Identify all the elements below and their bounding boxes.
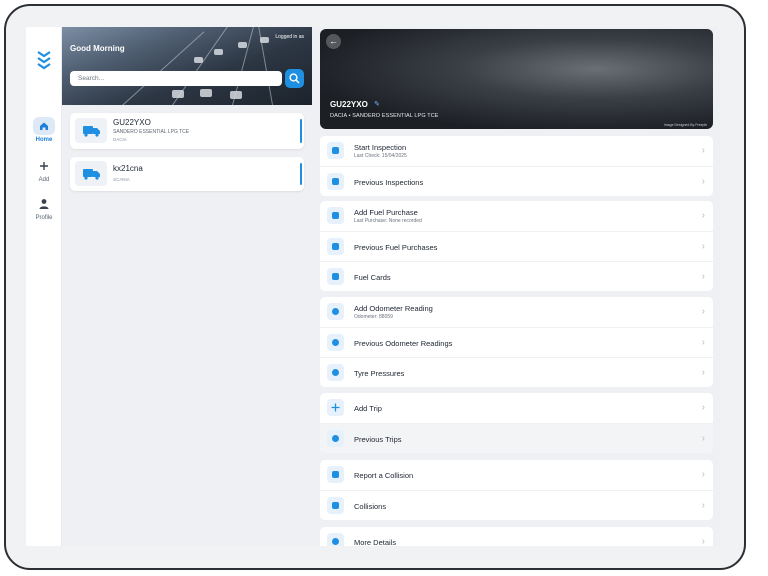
vehicle-reg: GU22YXO	[113, 118, 151, 127]
row-label: Previous Odometer Readings	[354, 339, 453, 348]
row-label: Report a Collision	[354, 471, 414, 480]
vehicle-banner-image: ← GU22YXO ✎ DACIA • SANDERO ESSENTIAL LP…	[320, 29, 713, 129]
previous-inspections-row[interactable]: Previous Inspections ›	[320, 166, 713, 196]
vehicle-title: GU22YXO	[330, 100, 368, 109]
nav-home[interactable]: Home	[28, 117, 60, 143]
clipboard-check-icon	[327, 173, 344, 190]
fuel-group: Add Fuel Purchase Last Purchase: None re…	[320, 201, 713, 291]
vehicle-make: SCANIA	[113, 177, 130, 182]
row-label: More Details	[354, 538, 397, 546]
vehicle-reg: kx21cna	[113, 164, 143, 173]
chevron-right-icon: ›	[701, 241, 705, 252]
app-logo-icon	[37, 51, 51, 70]
plus-icon	[327, 399, 344, 416]
vehicle-list-panel: Good Morning Logged in as Search... GU22…	[62, 27, 312, 546]
vehicle-subtitle: DACIA • SANDERO ESSENTIAL LPG TCE	[330, 113, 439, 119]
collisions-group: Report a Collision › Collisions ›	[320, 460, 713, 520]
vehicle-detail-panel: ← GU22YXO ✎ DACIA • SANDERO ESSENTIAL LP…	[312, 27, 720, 546]
add-odometer-reading-row[interactable]: Add Odometer Reading Odometer: 88059 ›	[320, 297, 713, 327]
more-details-row[interactable]: More Details ›	[320, 527, 713, 546]
collision-icon	[327, 497, 344, 514]
collisions-row[interactable]: Collisions ›	[320, 490, 713, 520]
app-screen: Home Add Profile Good Morning Logged in …	[26, 27, 720, 546]
row-label: Add Fuel Purchase	[354, 208, 418, 217]
row-label: Previous Trips	[354, 435, 402, 444]
search-input[interactable]: Search...	[70, 71, 282, 86]
row-label: Previous Fuel Purchases	[354, 243, 438, 252]
row-label: Add Odometer Reading	[354, 304, 433, 313]
home-icon	[33, 117, 55, 135]
chevron-right-icon: ›	[701, 367, 705, 378]
row-sub: Last Purchase: None recorded	[354, 218, 422, 224]
nav-profile[interactable]: Profile	[28, 195, 60, 221]
nav-home-label: Home	[35, 137, 53, 143]
plus-icon	[33, 157, 55, 175]
gauge-icon	[327, 364, 344, 381]
chevron-right-icon: ›	[701, 500, 705, 511]
start-inspection-row[interactable]: Start Inspection Last Check: 15/04/2025 …	[320, 136, 713, 166]
chevron-right-icon: ›	[701, 433, 705, 444]
route-icon	[327, 430, 344, 447]
vehicle-model: SANDERO ESSENTIAL LPG TCE	[113, 129, 190, 135]
row-label: Add Trip	[354, 404, 382, 413]
gauge-icon	[327, 303, 344, 320]
row-label: Start Inspection	[354, 143, 407, 152]
nav-rail: Home Add Profile	[26, 27, 62, 546]
search-button[interactable]	[285, 69, 304, 88]
collision-icon	[327, 466, 344, 483]
row-sub: Last Check: 15/04/2025	[354, 153, 407, 159]
logged-in-label: Logged in as	[275, 34, 304, 40]
credit-card-icon	[327, 268, 344, 285]
truck-icon	[75, 161, 107, 186]
row-label: Tyre Pressures	[354, 369, 405, 378]
search-icon	[289, 73, 300, 84]
nav-profile-label: Profile	[35, 215, 53, 221]
previous-fuel-purchases-row[interactable]: Previous Fuel Purchases ›	[320, 231, 713, 261]
vehicle-card-gu22yxo[interactable]: GU22YXO SANDERO ESSENTIAL LPG TCE DACIA	[70, 113, 304, 149]
person-icon	[33, 195, 55, 213]
more-group: More Details ›	[320, 527, 713, 546]
row-label: Collisions	[354, 502, 387, 511]
nav-add[interactable]: Add	[28, 157, 60, 183]
image-credit: Image Designed By Freepik	[663, 123, 707, 127]
fuel-pump-icon	[327, 238, 344, 255]
report-collision-row[interactable]: Report a Collision ›	[320, 460, 713, 490]
chevron-right-icon: ›	[701, 469, 705, 480]
row-label: Fuel Cards	[354, 273, 391, 282]
chevron-right-icon: ›	[701, 536, 705, 546]
fuel-cards-row[interactable]: Fuel Cards ›	[320, 261, 713, 291]
chevron-right-icon: ›	[701, 402, 705, 413]
add-fuel-purchase-row[interactable]: Add Fuel Purchase Last Purchase: None re…	[320, 201, 713, 231]
vehicle-card-kx21cna[interactable]: kx21cna SCANIA	[70, 157, 304, 191]
vehicle-make: DACIA	[113, 137, 127, 142]
row-label: Previous Inspections	[354, 178, 424, 187]
greeting-text: Good Morning	[70, 44, 125, 53]
chevron-right-icon: ›	[701, 271, 705, 282]
clipboard-icon	[327, 142, 344, 159]
chevron-right-icon: ›	[701, 210, 705, 221]
add-trip-row[interactable]: Add Trip ›	[320, 393, 713, 423]
selected-indicator	[300, 163, 302, 185]
row-sub: Odometer: 88059	[354, 314, 393, 320]
chevron-right-icon: ›	[701, 145, 705, 156]
selected-indicator	[300, 119, 302, 143]
truck-icon	[75, 118, 107, 143]
header-image: Good Morning Logged in as Search...	[62, 27, 312, 105]
previous-odometer-readings-row[interactable]: Previous Odometer Readings ›	[320, 327, 713, 357]
nav-add-label: Add	[38, 177, 50, 183]
trips-group: Add Trip › Previous Trips ›	[320, 393, 713, 453]
info-icon	[327, 533, 344, 546]
odometer-group: Add Odometer Reading Odometer: 88059 › P…	[320, 297, 713, 387]
arrow-left-icon: ←	[329, 36, 338, 46]
back-button[interactable]: ←	[326, 34, 341, 49]
chevron-right-icon: ›	[701, 306, 705, 317]
fuel-pump-icon	[327, 207, 344, 224]
edit-icon[interactable]: ✎	[374, 100, 380, 108]
chevron-right-icon: ›	[701, 337, 705, 348]
gauge-icon	[327, 334, 344, 351]
previous-trips-row[interactable]: Previous Trips ›	[320, 423, 713, 453]
inspections-group: Start Inspection Last Check: 15/04/2025 …	[320, 136, 713, 196]
chevron-right-icon: ›	[701, 176, 705, 187]
tyre-pressures-row[interactable]: Tyre Pressures ›	[320, 357, 713, 387]
